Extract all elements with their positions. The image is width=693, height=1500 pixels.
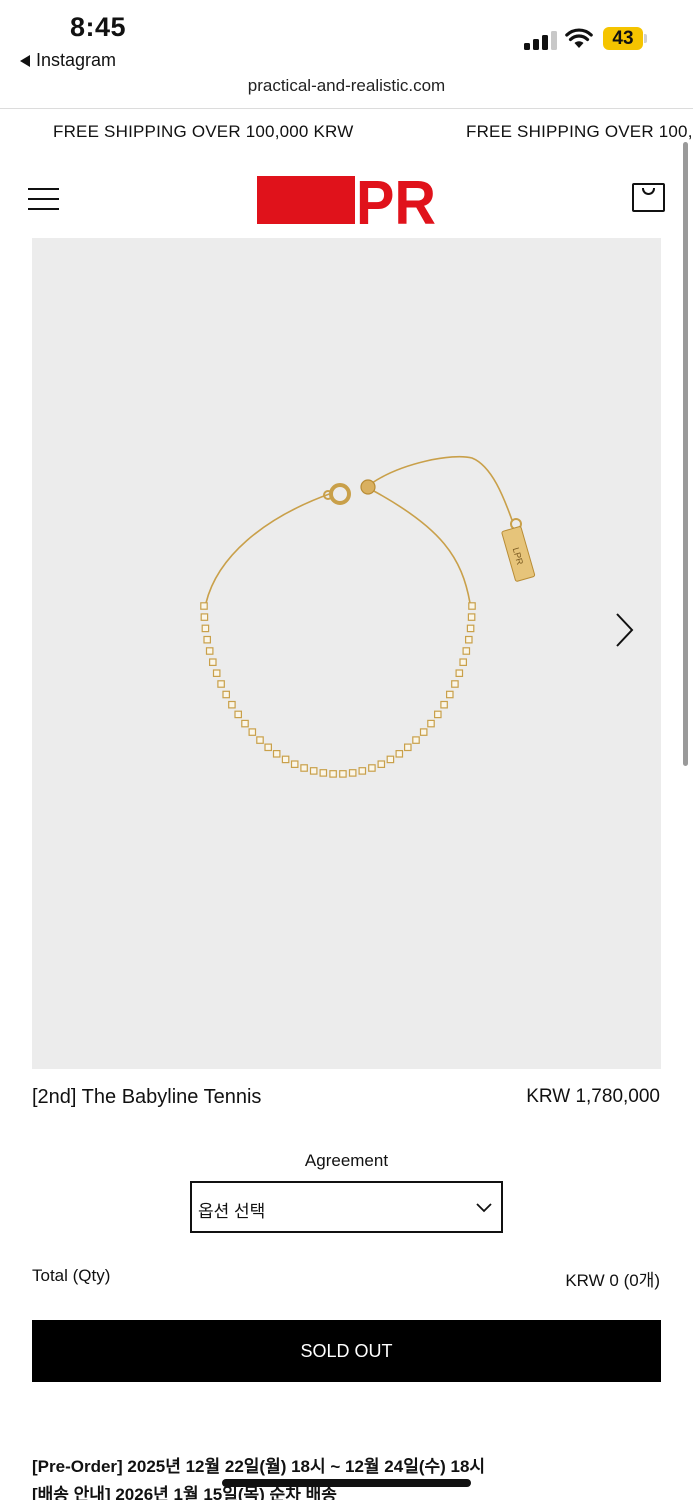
bracelet-stone [451, 680, 459, 688]
bracelet-stone [272, 749, 281, 758]
status-bar: 8:45 Instagram 43 [0, 0, 693, 76]
bracelet-stone [339, 770, 347, 778]
bracelet-stone [300, 764, 308, 772]
product-name: [2nd] The Babyline Tennis [32, 1086, 262, 1108]
product-price: KRW 1,780,000 [526, 1086, 660, 1107]
bracelet-stone [412, 736, 420, 744]
bracelet-stone [205, 647, 214, 655]
bracelet-stone [212, 669, 221, 678]
status-time: 8:45 [70, 12, 127, 42]
bracelet-stone [256, 736, 264, 744]
url-bar[interactable]: practical-and-realistic.com [0, 76, 693, 108]
page-scrollbar[interactable] [683, 142, 688, 766]
chevron-down-icon [476, 1203, 492, 1213]
bracelet-stone [395, 749, 404, 758]
banner-text: FREE SHIPPING OVER 100,000 KRW [53, 122, 354, 141]
bracelet-stone [248, 728, 257, 736]
bracelet-stone [368, 764, 376, 772]
shopping-bag-icon[interactable] [632, 183, 665, 212]
bracelet-stone [200, 613, 209, 621]
product-gallery[interactable]: LPR [32, 238, 661, 1069]
bracelet-stone [309, 767, 318, 775]
bracelet-stone [455, 669, 464, 678]
battery-level: 43 [603, 27, 643, 50]
bracelet-stone [466, 624, 475, 633]
option-label: Agreement [304, 1151, 389, 1170]
bracelet-stone [434, 710, 442, 719]
bracelet-stone [264, 743, 273, 752]
bracelet-stone [203, 635, 212, 644]
back-to-instagram[interactable]: Instagram [20, 50, 116, 71]
total-value: KRW 0 (0개) [565, 1271, 660, 1290]
bracelet-stone [459, 658, 468, 667]
bracelet-stone [234, 710, 243, 719]
bracelet-stone [217, 680, 225, 688]
bracelet-stone [427, 719, 435, 728]
divider [0, 108, 693, 109]
bracelet-stone [462, 647, 471, 655]
bracelet-stone [446, 690, 454, 699]
bracelet-stone [440, 700, 448, 709]
home-indicator[interactable] [222, 1479, 471, 1487]
bracelet-stones [200, 602, 476, 778]
bracelet-stone [467, 613, 476, 621]
bracelet-stone [386, 755, 395, 764]
battery-icon: 43 [603, 27, 647, 50]
next-image-arrow-icon[interactable] [610, 610, 640, 650]
bracelet-stone [377, 760, 386, 769]
bracelet-stone [348, 769, 357, 777]
logo-text: PR [356, 175, 436, 225]
back-app-label: Instagram [36, 50, 117, 70]
back-arrow-icon [20, 54, 30, 67]
sold-out-button[interactable]: SOLD OUT [32, 1320, 661, 1382]
bracelet-stone [290, 760, 299, 769]
bracelet-stone [228, 700, 236, 709]
bracelet-stone [465, 635, 473, 644]
bracelet-stone [404, 743, 412, 752]
pr-logo[interactable]: PR [257, 175, 437, 225]
hamburger-menu-icon[interactable] [28, 186, 60, 212]
bracelet-stone [319, 769, 328, 777]
wifi-icon [565, 28, 593, 48]
preorder-notice: [Pre-Order] 2025년 12월 22일(월) 18시 ~ 12월 2… [32, 1457, 486, 1476]
gold-tennis-bracelet-photo: LPR [200, 455, 536, 778]
bracelet-stone [329, 770, 337, 778]
bracelet-stone [209, 658, 217, 667]
bracelet-stone [241, 719, 249, 728]
total-label: Total (Qty) [32, 1266, 111, 1285]
cellular-signal-icon [524, 30, 558, 50]
option-select-value: 옵션 선택 [198, 1202, 266, 1221]
banner-text-repeat: FREE SHIPPING OVER 100,000 KRW [466, 122, 693, 141]
bracelet-stone [281, 755, 290, 764]
bracelet-stone [201, 624, 210, 633]
bracelet-stone [358, 767, 367, 775]
shipping-banner: FREE SHIPPING OVER 100,000 KRW FREE SHIP… [0, 118, 693, 146]
bracelet-stone [419, 728, 428, 736]
bracelet-stone [468, 602, 476, 610]
option-select[interactable]: 옵션 선택 [190, 1181, 503, 1233]
bracelet-stone [222, 690, 231, 699]
bracelet-stone [200, 602, 208, 610]
